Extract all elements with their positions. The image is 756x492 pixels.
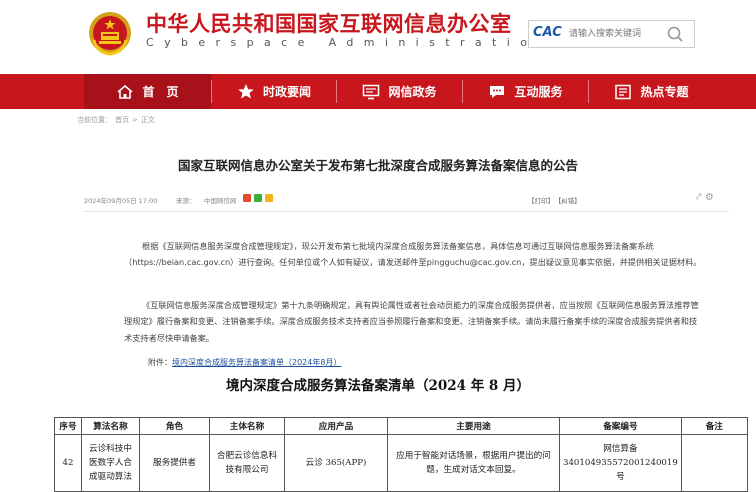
breadcrumb-separator: > [132,116,138,124]
column-header: 备案编号 [559,417,682,435]
attachment-label: 附件： [148,358,172,367]
settings-icon[interactable]: ⚙ [705,192,714,203]
attachment-link[interactable]: 境内深度合成服务算法备案清单（2024年8月） [172,358,341,367]
nav-item-government-affairs[interactable]: 网信政务 [337,74,462,109]
search-icon[interactable] [657,21,694,47]
cell-no: 42 [54,434,82,492]
nav-item-home[interactable]: 首 页 [84,74,211,109]
article-paragraph-2: 《互联网信息服务深度合成管理规定》第十九条明确规定，具有舆论属性或者社会动员能力… [124,300,699,343]
table-row: 42 云诊科技中医数字人合成驱动算法 服务提供者 合肥云诊信息科技有限公司 云诊… [54,434,748,492]
column-header: 备注 [680,417,748,435]
source-name: 中国网信网 [204,197,237,205]
nav-item-interactive-services[interactable]: 互动服务 [463,74,588,109]
breadcrumb: 当前位置： 首页 > 正文 [77,115,158,125]
cell-record-no: 网信算备340104935572001240019号 [559,434,682,492]
table-header-row: 序号 算法名称 角色 主体名称 应用产品 主要用途 备案编号 备注 [54,417,748,435]
chat-icon [490,85,505,98]
breadcrumb-home-link[interactable]: 首页 [115,116,129,124]
nav-label: 热点专题 [640,85,689,99]
site-title[interactable]: 中华人民共和国国家互联网信息办公室 [146,8,512,38]
divider [84,211,729,212]
source-label: 来源： [176,197,196,205]
column-header: 角色 [139,417,210,435]
records-table: 序号 算法名称 角色 主体名称 应用产品 主要用途 备案编号 备注 42 云诊科… [54,417,748,492]
print-link[interactable]: 【打印】 [528,197,554,205]
cell-entity: 合肥云诊信息科技有限公司 [209,434,285,492]
article-meta: 2024年09月05日 17:00 来源： 中国网信网 【打印】 【纠错】 ⤤ ⚙ [84,192,729,207]
report-error-link[interactable]: 【纠错】 [558,197,581,205]
column-header: 序号 [54,417,82,435]
cell-purpose: 应用于智能对话场景，根据用户提出的问题，生成对话文本回复。 [387,434,560,492]
breadcrumb-current: 正文 [140,116,155,124]
cell-product: 云诊 365(APP) [284,434,388,492]
column-header: 主要用途 [387,417,560,435]
nav-item-hot-topics[interactable]: 热点专题 [589,74,714,109]
article-paragraph-1: 根据《互联网信息服务深度合成管理规定》，现公开发布第七批境内深度合成服务算法备案… [124,241,702,268]
breadcrumb-prefix: 当前位置： [77,116,112,124]
share-icon[interactable]: ⤤ [696,192,702,203]
main-nav: 首 页 时政要闻 网信政务 互动服务 热点专题 [0,74,756,109]
publish-date: 2024年09月05日 17:00 [84,197,158,205]
site-header: 中华人民共和国国家互联网信息办公室 Cyberspace Administrat… [0,0,756,74]
home-icon [117,84,134,99]
nav-label: 首 页 [142,85,179,99]
nav-label: 时政要闻 [262,85,311,99]
cell-note [680,434,748,492]
column-header: 算法名称 [81,417,140,435]
national-emblem-icon [89,12,131,56]
article-title: 国家互联网信息办公室关于发布第七批深度合成服务算法备案信息的公告 [177,158,578,173]
star-icon [238,84,254,99]
cell-algorithm: 云诊科技中医数字人合成驱动算法 [81,434,140,492]
cell-role: 服务提供者 [139,434,210,492]
column-header: 应用产品 [284,417,388,435]
attachment: 附件：境内深度合成服务算法备案清单（2024年8月） [148,357,341,368]
weibo-share-icon[interactable] [243,194,251,202]
qzone-share-icon[interactable] [265,194,273,202]
nav-label: 互动服务 [514,85,563,99]
search-box: CAC [528,20,695,48]
column-header: 主体名称 [209,417,285,435]
cac-logo: CAC [533,25,562,40]
meta-icons: ⤤ ⚙ [696,192,714,203]
wechat-share-icon[interactable] [254,194,262,202]
article-tools: 【打印】 【纠错】 [528,195,585,205]
document-icon [615,84,632,99]
list-title: 境内深度合成服务算法备案清单（2024 年 8 月） [225,378,531,394]
nav-item-news[interactable]: 时政要闻 [212,74,336,109]
search-input[interactable] [567,24,661,44]
monitor-icon [363,84,380,99]
nav-label: 网信政务 [388,85,437,99]
